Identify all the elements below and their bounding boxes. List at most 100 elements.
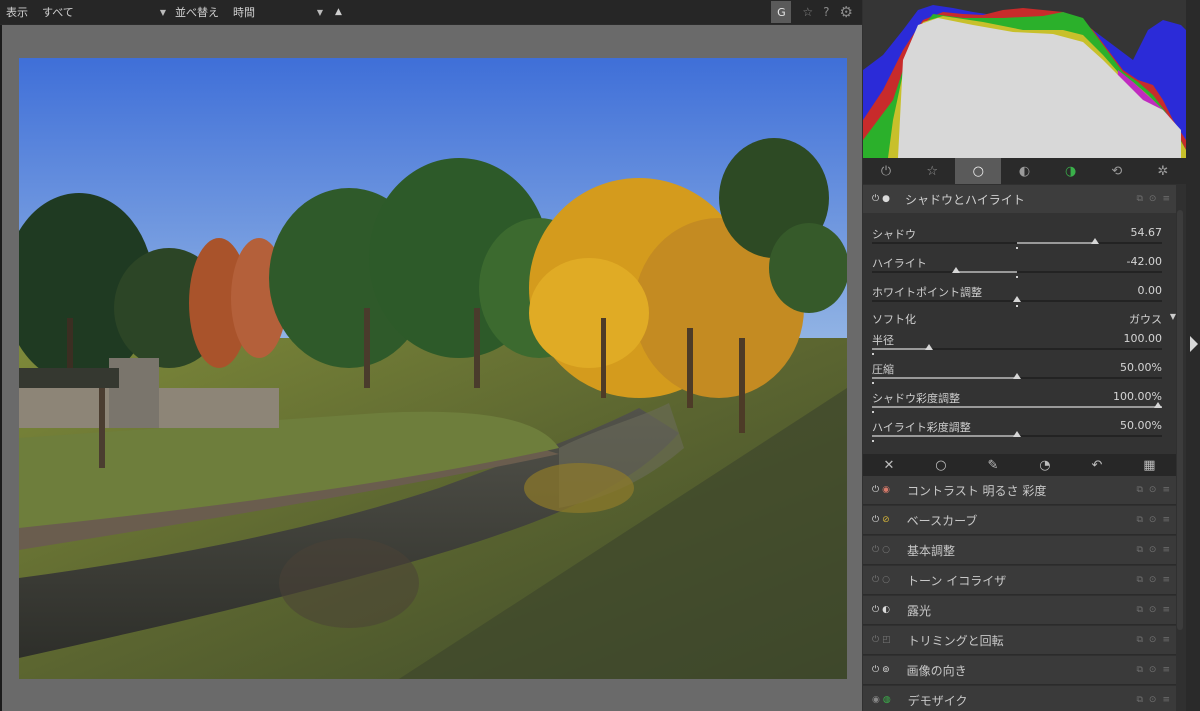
slider-marker[interactable] <box>1013 431 1021 437</box>
module-row-basic-adjust[interactable]: ⏻ ○ 基本調整 ⧉ ⊙ ≡ <box>863 536 1176 565</box>
slider-radius[interactable]: 半径 100.00 <box>872 328 1162 356</box>
tab-effect[interactable]: ✲ <box>1140 158 1186 184</box>
slider-shadow-saturation[interactable]: シャドウ彩度調整 100.00% <box>872 386 1162 414</box>
power-icon[interactable]: ⏻ <box>872 194 879 204</box>
shadows-highlights-header[interactable]: ⏻ ● シャドウとハイライト ⧉ ⊙ ≡ <box>863 185 1176 213</box>
power-icon[interactable]: ⏻ <box>872 515 879 525</box>
close-icon[interactable]: ✕ <box>883 458 894 473</box>
presets-icon[interactable]: ⧉ <box>1136 194 1142 204</box>
chevron-down-icon: ▼ <box>316 7 323 17</box>
module-group-tabs: ⏻ ☆ ○ ◐ ◑ ⟲ ✲ <box>863 158 1186 184</box>
star-icon[interactable]: ☆ <box>802 5 813 19</box>
reset-icon[interactable]: ⊙ <box>1149 575 1157 585</box>
presets-icon[interactable]: ⧉ <box>1136 665 1142 675</box>
photo-preview[interactable] <box>19 58 847 679</box>
menu-icon[interactable]: ≡ <box>1162 695 1170 705</box>
histogram[interactable] <box>863 0 1186 158</box>
slider-highlight-saturation[interactable]: ハイライト彩度調整 50.00% <box>872 415 1162 443</box>
slider-label: ハイライト彩度調整 <box>872 421 971 434</box>
module-row-basecurve[interactable]: ⏻ ⊘ ベースカーブ ⧉ ⊙ ≡ <box>863 506 1176 535</box>
presets-icon[interactable]: ⧉ <box>1136 575 1142 585</box>
tab-correct[interactable]: ⟲ <box>1094 158 1140 184</box>
raster-icon[interactable]: ▦ <box>1143 458 1155 473</box>
reset-icon[interactable]: ⊙ <box>1149 545 1157 555</box>
menu-icon[interactable]: ≡ <box>1162 515 1170 525</box>
module-row-exposure[interactable]: ⏻ ◐ 露光 ⧉ ⊙ ≡ <box>863 596 1176 625</box>
sort-dropdown[interactable]: 時間 ▼ <box>233 4 323 20</box>
tab-favorites[interactable]: ☆ <box>909 158 955 184</box>
module-tools: ⧉ ⊙ ≡ <box>1130 506 1170 534</box>
slider-marker[interactable] <box>952 267 960 273</box>
star-icon: ☆ <box>926 163 939 179</box>
slider-compress[interactable]: 圧縮 50.00% <box>872 357 1162 385</box>
module-row-contrast[interactable]: ⏻ ◉ コントラスト 明るさ 彩度 ⧉ ⊙ ≡ <box>863 476 1176 505</box>
display-dropdown[interactable]: すべて ▼ <box>42 4 166 20</box>
slider-track <box>872 271 1162 273</box>
menu-icon[interactable]: ≡ <box>1162 635 1170 645</box>
reset-icon[interactable]: ⊙ <box>1149 485 1157 495</box>
slider-marker[interactable] <box>925 344 933 350</box>
panel-edge <box>1186 0 1200 711</box>
module-row-demosaic[interactable]: ◉ ◍ デモザイク ⧉ ⊙ ≡ <box>863 686 1176 711</box>
circle-icon[interactable]: ○ <box>935 458 946 473</box>
expand-right-panel-icon[interactable] <box>1190 336 1198 352</box>
slider-highlights[interactable]: ハイライト -42.00 <box>872 251 1162 279</box>
reset-icon[interactable]: ⊙ <box>1149 605 1157 615</box>
power-icon[interactable]: ⏻ <box>872 545 879 555</box>
module-row-tone-equalizer[interactable]: ⏻ ○ トーン イコライザ ⧉ ⊙ ≡ <box>863 566 1176 595</box>
tab-active-modules[interactable]: ⏻ <box>863 158 909 184</box>
module-title: シャドウとハイライト <box>904 192 1025 207</box>
tab-color[interactable]: ◑ <box>1048 158 1094 184</box>
menu-icon[interactable]: ≡ <box>1162 545 1170 555</box>
menu-icon[interactable]: ≡ <box>1162 194 1170 204</box>
menu-icon[interactable]: ≡ <box>1162 485 1170 495</box>
parametric-icon[interactable]: ◔ <box>1039 458 1050 473</box>
brush-icon[interactable]: ✎ <box>987 458 998 473</box>
reset-icon[interactable]: ⊙ <box>1149 194 1157 204</box>
menu-icon[interactable]: ≡ <box>1162 605 1170 615</box>
slider-shadows[interactable]: シャドウ 54.67 <box>872 222 1162 250</box>
slider-marker[interactable] <box>1154 402 1162 408</box>
help-icon[interactable]: ? <box>823 5 829 19</box>
module-row-orientation[interactable]: ⏻ ⊚ 画像の向き ⧉ ⊙ ≡ <box>863 656 1176 685</box>
module-title: デモザイク <box>907 693 968 708</box>
sort-direction-icon[interactable]: ▲ <box>335 7 342 17</box>
tab-tone[interactable]: ◐ <box>1001 158 1047 184</box>
slider-marker[interactable] <box>1013 296 1021 302</box>
slider-start-tick <box>872 411 874 413</box>
module-scrollbar[interactable] <box>1177 210 1183 630</box>
power-icon[interactable]: ⏻ <box>872 635 879 645</box>
menu-icon[interactable]: ≡ <box>1162 575 1170 585</box>
power-icon[interactable]: ⏻ <box>872 575 879 585</box>
gear-icon[interactable]: ⚙ <box>840 3 853 21</box>
slider-whitepoint[interactable]: ホワイトポイント調整 0.00 <box>872 280 1162 308</box>
slider-label: シャドウ彩度調整 <box>872 392 960 405</box>
reset-icon[interactable]: ⊙ <box>1149 695 1157 705</box>
grouping-button[interactable]: G <box>771 1 792 23</box>
power-icon[interactable]: ◉ <box>872 695 880 705</box>
module-row-crop-rotate[interactable]: ⏻ ◰ トリミングと回転 ⧉ ⊙ ≡ <box>863 626 1176 655</box>
module-icons: ⏻ ◰ <box>872 635 894 645</box>
presets-icon[interactable]: ⧉ <box>1136 605 1142 615</box>
slider-marker[interactable] <box>1091 238 1099 244</box>
module-icons: ⏻ ○ <box>872 575 893 585</box>
reset-icon[interactable]: ⊙ <box>1149 515 1157 525</box>
tab-basic[interactable]: ○ <box>955 158 1002 184</box>
presets-icon[interactable]: ⧉ <box>1136 695 1142 705</box>
slider-fill <box>872 435 1017 437</box>
presets-icon[interactable]: ⧉ <box>1136 515 1142 525</box>
reset-icon[interactable]: ⊙ <box>1149 635 1157 645</box>
softness-combobox[interactable]: ソフト化 ガウス ▼ <box>872 309 1176 329</box>
power-icon[interactable]: ⏻ <box>872 605 879 615</box>
reset-icon[interactable]: ⊙ <box>1149 665 1157 675</box>
combined-icon[interactable]: ↶ <box>1091 458 1102 473</box>
slider-center-tick <box>1016 276 1018 278</box>
slider-marker[interactable] <box>1013 373 1021 379</box>
presets-icon[interactable]: ⧉ <box>1136 485 1142 495</box>
presets-icon[interactable]: ⧉ <box>1136 635 1142 645</box>
menu-icon[interactable]: ≡ <box>1162 665 1170 675</box>
power-icon[interactable]: ⏻ <box>872 665 879 675</box>
slider-center-tick <box>1016 305 1018 307</box>
presets-icon[interactable]: ⧉ <box>1136 545 1142 555</box>
power-icon[interactable]: ⏻ <box>872 485 879 495</box>
